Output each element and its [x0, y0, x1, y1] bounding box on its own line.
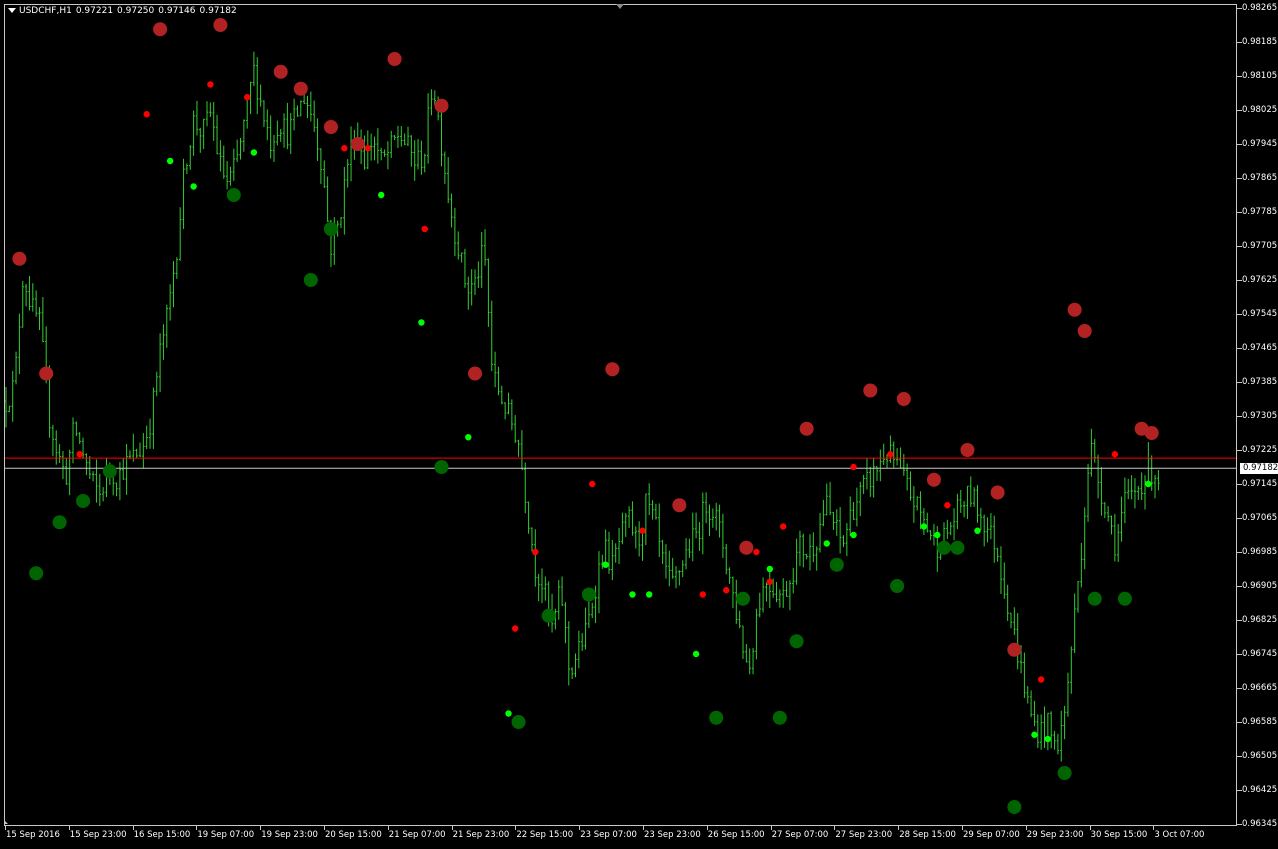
x-tick-label: 28 Sep 15:00 [899, 830, 956, 840]
x-tick-label: 21 Sep 23:00 [452, 830, 510, 840]
y-tick-label: 0.96745 [1242, 649, 1278, 659]
x-tick-label: 19 Sep 07:00 [197, 830, 255, 840]
chart-header: USDCHF,H1 0.97221 0.97250 0.97146 0.97182 [8, 6, 241, 16]
current-price-tag: 0.97182 [1240, 463, 1278, 475]
y-tick-label: 0.98265 [1242, 3, 1278, 13]
y-tick-label: 0.97625 [1242, 275, 1278, 285]
chart-shift-marker-icon[interactable] [616, 4, 624, 9]
y-tick-label: 0.96585 [1242, 717, 1278, 727]
y-tick-label: 0.98105 [1242, 71, 1278, 81]
y-tick-label: 0.97865 [1242, 173, 1278, 183]
x-tick-label: 23 Sep 07:00 [580, 830, 637, 840]
y-tick-label: 0.97145 [1242, 479, 1278, 489]
y-tick-label: 0.98185 [1242, 37, 1278, 47]
y-tick-label: 0.96665 [1242, 683, 1278, 693]
y-tick-label: 0.96425 [1242, 785, 1278, 795]
dropdown-triangle-icon[interactable] [8, 8, 16, 13]
x-tick-label: 20 Sep 15:00 [325, 830, 382, 840]
y-tick-label: 0.96505 [1242, 751, 1278, 761]
chart-window[interactable]: USDCHF,H1 0.97221 0.97250 0.97146 0.97182 0.… [0, 0, 1278, 849]
x-tick-label: 27 Sep 23:00 [835, 830, 893, 840]
y-tick-label: 0.97705 [1242, 241, 1278, 251]
y-tick-label: 0.97945 [1242, 139, 1278, 149]
y-tick-label: 0.96345 [1242, 819, 1278, 829]
y-tick-label: 0.97065 [1242, 513, 1278, 523]
ohlc-close: 0.97182 [199, 6, 237, 16]
x-tick-label: 29 Sep 07:00 [963, 830, 1020, 840]
x-tick-label: 29 Sep 23:00 [1026, 830, 1084, 840]
y-tick-label: 0.96985 [1242, 547, 1278, 557]
y-tick-label: 0.97305 [1242, 411, 1278, 421]
x-tick-label: 30 Sep 15:00 [1090, 830, 1148, 840]
corner-marker-icon [4, 820, 8, 824]
x-tick-label: 15 Sep 23:00 [69, 830, 127, 840]
x-tick-label: 15 Sep 2016 [6, 830, 60, 840]
y-tick-label: 0.97465 [1242, 343, 1278, 353]
y-tick-label: 0.97545 [1242, 309, 1278, 319]
symbol-label: USDCHF,H1 [19, 6, 72, 16]
y-tick-label: 0.97785 [1242, 207, 1278, 217]
plot-area[interactable] [4, 4, 1237, 826]
time-axis[interactable]: 15 Sep 2016 15 Sep 23:00 16 Sep 15:00 19 Se… [0, 826, 1237, 849]
price-axis[interactable]: 0.98265 0.98185 0.98105 0.98025 0.97945 0.978… [1237, 0, 1278, 849]
x-tick-label: 21 Sep 07:00 [388, 830, 446, 840]
x-tick-label: 27 Sep 07:00 [771, 830, 829, 840]
x-tick-label: 16 Sep 15:00 [133, 830, 191, 840]
y-tick-label: 0.97225 [1242, 445, 1278, 455]
x-tick-label: 23 Sep 23:00 [644, 830, 701, 840]
y-tick-label: 0.96825 [1242, 615, 1278, 625]
x-tick-label: 26 Sep 15:00 [707, 830, 765, 840]
ohlc-low: 0.97146 [158, 6, 196, 16]
x-tick-label: 3 Oct 07:00 [1154, 830, 1205, 840]
y-tick-label: 0.97385 [1242, 377, 1278, 387]
y-tick-label: 0.96905 [1242, 581, 1278, 591]
y-tick-label: 0.98025 [1242, 105, 1278, 115]
ohlc-high: 0.97250 [117, 6, 155, 16]
x-tick-label: 19 Sep 23:00 [261, 830, 318, 840]
ohlc-open: 0.97221 [75, 6, 114, 16]
x-tick-label: 22 Sep 15:00 [516, 830, 574, 840]
